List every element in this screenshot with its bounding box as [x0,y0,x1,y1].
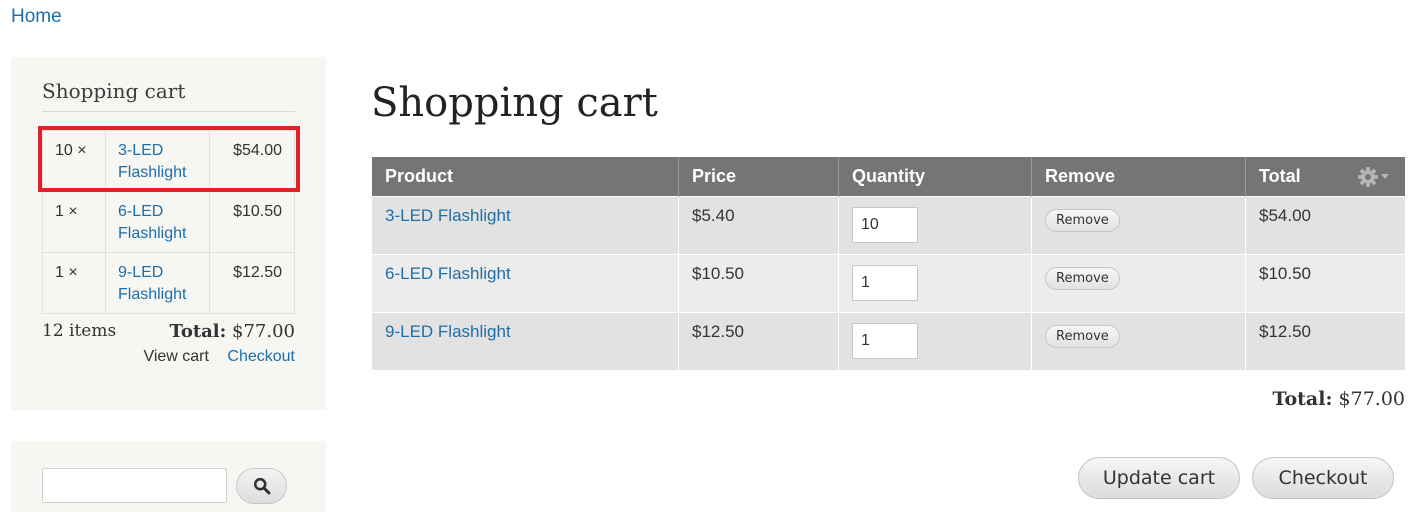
remove-button[interactable]: Remove [1045,209,1120,232]
quantity-input[interactable]: 1 [852,323,918,359]
breadcrumb-home-link[interactable]: Home [11,6,62,28]
sidebar-checkout-link[interactable]: Checkout [227,348,295,365]
total-cell: $10.50 [1245,254,1405,313]
sidebar-cart-item-count: 12 items [42,321,117,341]
sidebar-cart-total: Total: $77.00 [169,321,295,342]
total-cell: $54.00 [1245,196,1405,255]
search-icon [253,477,270,495]
search-block [11,441,326,512]
column-header-price: Price [678,157,839,197]
table-row: 3-LED Flashlight $5.40 10 Remove $54.00 [372,196,1405,255]
gear-icon[interactable] [1357,157,1405,196]
update-cart-button[interactable]: Update cart [1078,457,1240,499]
product-link[interactable]: 6-LED Flashlight [385,264,511,283]
price-cell: $5.40 [678,196,839,255]
cart-total: Total: $77.00 [1272,388,1405,410]
sidebar-cart-block: Shopping cart 10 × 3-LED Flashlight $54.0… [11,57,326,410]
checkout-button[interactable]: Checkout [1252,457,1394,499]
product-link[interactable]: 3-LED Flashlight [385,206,511,225]
sidebar-cart-row: 1 × 6-LED Flashlight $10.50 [42,191,295,253]
sidebar-cart-row: 1 × 9-LED Flashlight $12.50 [42,252,295,314]
sidebar-cart-price: $12.50 [209,252,295,314]
price-cell: $12.50 [678,312,839,371]
highlight-box [38,126,300,192]
column-header-remove: Remove [1031,157,1246,197]
quantity-input[interactable]: 1 [852,265,918,301]
table-row: 6-LED Flashlight $10.50 1 Remove $10.50 [372,254,1405,313]
total-cell: $12.50 [1245,312,1405,371]
sidebar-cart-price: $10.50 [209,191,295,253]
sidebar-cart-links: View cart Checkout [143,348,295,366]
column-header-quantity: Quantity [838,157,1032,197]
sidebar-cart-product-link[interactable]: 6-LED Flashlight [118,203,186,242]
sidebar-cart-qty: 1 × [42,191,106,253]
search-input[interactable] [42,468,227,503]
remove-button[interactable]: Remove [1045,325,1120,348]
sidebar-cart-qty: 1 × [42,252,106,314]
cart-table: Product Price Quantity Remove Total 3-LE… [372,157,1405,371]
table-row: 9-LED Flashlight $12.50 1 Remove $12.50 [372,312,1405,371]
search-button[interactable] [236,468,287,504]
sidebar-cart-title: Shopping cart [42,79,295,112]
column-header-product: Product [372,157,679,197]
quantity-input[interactable]: 10 [852,207,918,243]
remove-button[interactable]: Remove [1045,267,1120,290]
column-header-total: Total [1245,157,1405,197]
page-title: Shopping cart [371,80,658,126]
price-cell: $10.50 [678,254,839,313]
product-link[interactable]: 9-LED Flashlight [385,322,511,341]
sidebar-cart-product-link[interactable]: 9-LED Flashlight [118,264,186,303]
view-cart-link[interactable]: View cart [143,348,209,365]
